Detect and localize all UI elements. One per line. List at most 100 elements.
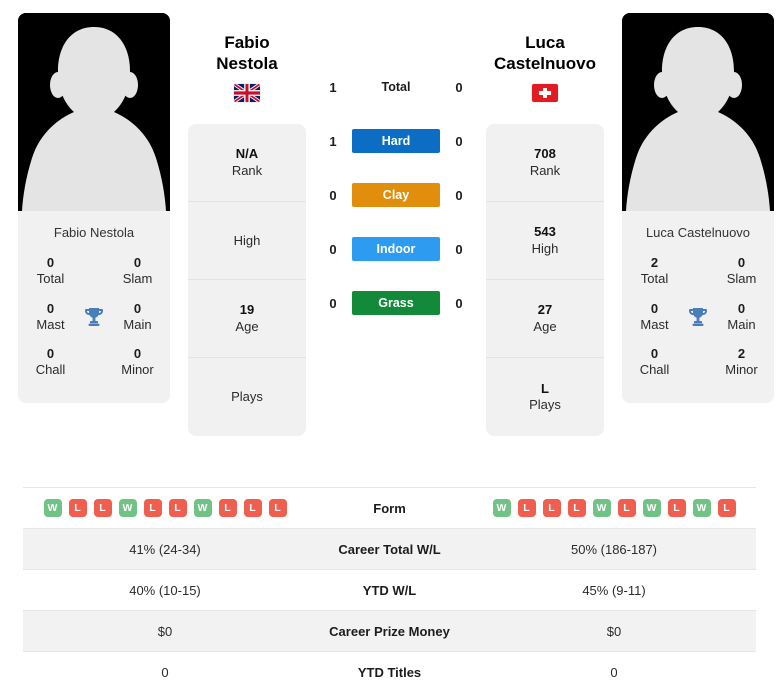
h2h-row-total: 1 Total 0 xyxy=(306,75,486,99)
surface-label-total: Total xyxy=(381,80,411,94)
left-titles-slam: 0 Slam xyxy=(111,255,164,288)
left-player-avatar xyxy=(18,13,170,211)
right-player-photo-card[interactable]: Luca Castelnuovo 2 Total 0 Slam 0 Mast 0… xyxy=(622,13,774,403)
form-pill[interactable]: L xyxy=(168,499,187,517)
left-titles-mast: 0 Mast xyxy=(24,301,77,334)
table-row-form: WLLWLLWLLL Form WLLLWLWLWL xyxy=(23,487,756,529)
right-titles-slam-value: 0 xyxy=(737,255,746,270)
right-titles-minor: 2 Minor xyxy=(715,346,768,379)
left-titles-total: 0 Total xyxy=(24,255,77,288)
right-player-name[interactable]: Luca Castelnuovo xyxy=(494,33,596,74)
row-label-form: Form xyxy=(373,500,406,516)
h2h-hard-right-value: 0 xyxy=(455,133,463,149)
left-titles-row-1: 0 Total 0 Slam xyxy=(24,252,164,298)
right-player-titles-grid: 2 Total 0 Slam 0 Mast 0 Main 0 Chall 2 M… xyxy=(622,252,774,403)
head-to-head-surfaces: 1 Total 0 1 Hard 0 0 Clay 0 0 Indoor 0 0 xyxy=(306,13,486,315)
right-info-age: 27 Age xyxy=(486,280,604,359)
form-pill[interactable]: W xyxy=(492,499,511,517)
left-form-list: WLLWLLWLLL xyxy=(29,499,301,517)
right-titles-main-value: 0 xyxy=(737,300,746,316)
form-pill[interactable]: W xyxy=(118,499,137,517)
left-info-high-label: High xyxy=(233,232,261,248)
right-info-high-value: 543 xyxy=(534,224,556,240)
right-titles-minor-value: 2 xyxy=(737,346,746,361)
left-titles-main: 0 Main xyxy=(111,301,164,334)
right-player-avatar xyxy=(622,13,774,211)
left-player-name[interactable]: Fabio Nestola xyxy=(216,33,277,74)
form-pill[interactable]: W xyxy=(43,499,62,517)
form-pill[interactable]: L xyxy=(617,499,636,517)
players-top-section: Fabio Nestola 0 Total 0 Slam 0 Mast 0 Ma… xyxy=(0,0,779,474)
left-info-plays-label: Plays xyxy=(231,389,263,405)
right-titles-slam: 0 Slam xyxy=(715,255,768,288)
left-info-rank: N/A Rank xyxy=(188,124,306,203)
right-info-plays: L Plays xyxy=(486,358,604,436)
table-row-ytd-wl: 40% (10-15) YTD W/L 45% (9-11) xyxy=(23,569,756,611)
right-titles-total-label: Total xyxy=(640,271,669,287)
form-pill[interactable]: L xyxy=(667,499,686,517)
right-titles-chall: 0 Chall xyxy=(628,346,681,379)
right-titles-total-value: 2 xyxy=(650,255,659,270)
left-info-age: 19 Age xyxy=(188,280,306,359)
form-pill[interactable]: L xyxy=(218,499,237,517)
h2h-clay-left-value: 0 xyxy=(329,187,337,203)
right-titles-chall-value: 0 xyxy=(650,346,659,361)
surface-badge-hard[interactable]: Hard xyxy=(352,129,440,153)
right-ytd-wl: 45% (9-11) xyxy=(582,582,646,598)
form-pill[interactable]: L xyxy=(243,499,262,517)
form-pill[interactable]: W xyxy=(642,499,661,517)
row-label-ytd-wl: YTD W/L xyxy=(362,582,417,598)
form-pill[interactable]: L xyxy=(717,499,736,517)
form-pill[interactable]: L xyxy=(68,499,87,517)
h2h-grass-left-value: 0 xyxy=(329,295,337,311)
right-player-info-card: 708 Rank 543 High 27 Age L Plays xyxy=(486,124,604,437)
form-pill[interactable]: L xyxy=(542,499,561,517)
form-pill[interactable]: L xyxy=(517,499,536,517)
h2h-row-hard: 1 Hard 0 xyxy=(306,129,486,153)
form-pill[interactable]: L xyxy=(268,499,287,517)
left-titles-main-value: 0 xyxy=(133,300,142,316)
surface-badge-clay[interactable]: Clay xyxy=(352,183,440,207)
h2h-row-indoor: 0 Indoor 0 xyxy=(306,237,486,261)
left-titles-chall: 0 Chall xyxy=(24,346,77,379)
row-label-ytd-titles: YTD Titles xyxy=(357,664,422,680)
left-titles-row-3: 0 Chall 0 Minor xyxy=(24,343,164,389)
right-titles-slam-label: Slam xyxy=(726,271,757,287)
form-pill[interactable]: W xyxy=(193,499,212,517)
left-career-prize-money: $0 xyxy=(157,623,173,639)
table-row-career-total-wl: 41% (24-34) Career Total W/L 50% (186-18… xyxy=(23,528,756,570)
surface-badge-indoor[interactable]: Indoor xyxy=(352,237,440,261)
form-pill[interactable]: L xyxy=(143,499,162,517)
right-titles-main: 0 Main xyxy=(715,301,768,334)
left-titles-mast-value: 0 xyxy=(46,300,55,316)
right-titles-total: 2 Total xyxy=(628,255,681,288)
table-row-career-prize-money: $0 Career Prize Money $0 xyxy=(23,610,756,652)
right-form-cell: WLLLWLWLWL xyxy=(472,488,756,529)
left-titles-total-value: 0 xyxy=(46,255,55,270)
trophy-icon xyxy=(77,305,111,329)
left-info-plays: Plays xyxy=(188,358,306,436)
h2h-row-clay: 0 Clay 0 xyxy=(306,183,486,207)
h2h-total-left-value: 1 xyxy=(329,79,337,95)
right-info-high: 543 High xyxy=(486,202,604,281)
surface-badge-grass[interactable]: Grass xyxy=(352,291,440,315)
left-player-name-column: Fabio Nestola N/A Rank High 19 Age Plays xyxy=(188,13,306,437)
left-titles-minor-value: 0 xyxy=(133,346,142,361)
right-career-prize-money: $0 xyxy=(606,623,622,639)
h2h-total-right-value: 0 xyxy=(455,79,463,95)
form-pill[interactable]: L xyxy=(567,499,586,517)
left-titles-total-label: Total xyxy=(36,271,65,287)
form-pill[interactable]: W xyxy=(692,499,711,517)
right-titles-main-label: Main xyxy=(727,316,756,332)
right-player-name-column: Luca Castelnuovo 708 Rank 543 High 27 Ag… xyxy=(486,13,604,437)
left-titles-mast-label: Mast xyxy=(36,316,65,332)
left-career-total-wl: 41% (24-34) xyxy=(129,541,201,557)
h2h-indoor-right-value: 0 xyxy=(455,241,463,257)
form-pill[interactable]: L xyxy=(93,499,112,517)
right-info-age-value: 27 xyxy=(537,302,553,318)
form-pill[interactable]: W xyxy=(592,499,611,517)
uk-flag-icon xyxy=(234,84,260,103)
right-titles-mast-label: Mast xyxy=(640,316,669,332)
right-info-plays-label: Plays xyxy=(529,397,561,413)
left-player-photo-card[interactable]: Fabio Nestola 0 Total 0 Slam 0 Mast 0 Ma… xyxy=(18,13,170,403)
